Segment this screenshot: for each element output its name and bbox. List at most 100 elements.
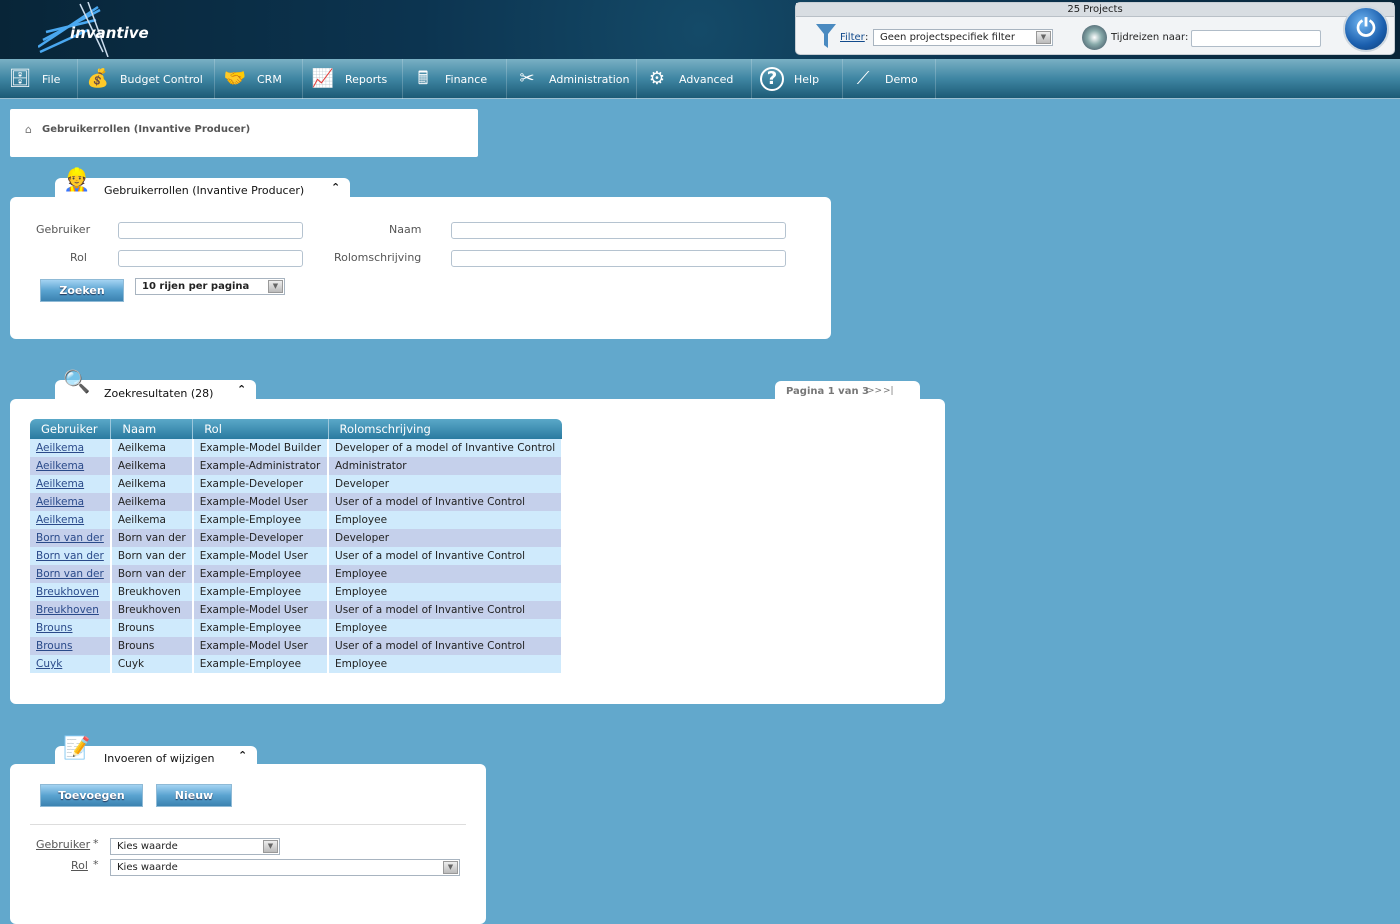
table-cell: Developer [328,475,564,493]
last-page-link[interactable]: >| [883,386,894,396]
nav-crm[interactable]: 🤝 CRM [215,59,303,99]
nav-file[interactable]: 🗄 File [0,59,78,99]
table-cell: Born van der [110,565,194,583]
search-panel-tab: 👷 Gebruikerrollen (Invantive Producer) ⌃ [55,168,350,199]
table-row: Breukhoven Breukhoven Example-Employee Empl… [30,583,564,601]
table-cell: Aeilkema [110,493,194,511]
nav-label: Budget Control [120,72,203,86]
table-row: Aeilkema Aeilkema Example-Model Builder Dev… [30,439,564,457]
gebruiker-link[interactable]: Breukhoven [36,604,99,616]
table-header-row: Gebruiker Naam Rol Rolomschrijving [30,419,563,439]
gebruiker-link[interactable]: Born van der [36,532,104,544]
gebruiker-link[interactable]: Breukhoven [36,586,99,598]
nav-advanced[interactable]: ⚙ Advanced [637,59,752,99]
table-cell: Example-Developer [192,475,330,493]
gebruiker-link[interactable]: Aeilkema [36,460,84,472]
home-icon[interactable]: ⌂ [25,123,32,136]
next-page-link[interactable]: >> [867,386,882,396]
table-cell: Born van der [110,529,194,547]
project-filter-select[interactable]: Geen projectspecifiek filter ▼ [873,29,1053,46]
rolomschrijving-input[interactable] [451,250,786,267]
nav-finance[interactable]: 🖩 Finance [403,59,507,99]
table-cell: Aeilkema [110,511,194,529]
power-icon[interactable]: ⏻ [1343,6,1389,52]
gebruiker-link[interactable]: Aeilkema [36,514,84,526]
rol-field-label[interactable]: Rol [71,859,88,872]
gebruiker-link[interactable]: Aeilkema [36,478,84,490]
column-header[interactable]: Gebruiker [30,419,112,439]
gebruiker-input[interactable] [118,222,303,239]
gebruiker-select-value: Kies waarde [117,841,178,852]
nav-label: CRM [257,72,282,86]
table-row: Born van der Born van der Example-Model Us… [30,547,564,565]
gebruiker-link[interactable]: Aeilkema [36,496,84,508]
table-row: Breukhoven Breukhoven Example-Model User Us… [30,601,564,619]
projects-count[interactable]: 25 Projects [796,3,1394,17]
table-cell: Breukhoven [30,601,112,619]
table-cell: Example-Model Builder [192,439,330,457]
table-cell: Cuyk [30,655,112,673]
nav-label: Help [794,72,820,86]
table-cell: Breukhoven [110,601,194,619]
nav-budget-control[interactable]: 💰 Budget Control [78,59,215,99]
gebruiker-link[interactable]: Cuyk [36,658,62,670]
rows-per-page-select[interactable]: 10 rijen per pagina ▼ [135,278,285,295]
column-header[interactable]: Rol [192,419,329,439]
gebruiker-field-label[interactable]: Gebruiker [36,838,90,851]
header: invantive 25 Projects Filter : Geen proj… [0,0,1400,59]
table-cell: Born van der [110,547,194,565]
table-cell: Born van der [30,547,112,565]
rol-input[interactable] [118,250,303,267]
table-cell: Example-Developer [192,529,330,547]
gebruiker-link[interactable]: Born van der [36,550,104,562]
edit-panel-tab: 📝 Invoeren of wijzigen ⌃ [55,736,257,766]
gebruiker-link[interactable]: Born van der [36,568,104,580]
nav-administration[interactable]: ✂ Administration [507,59,637,99]
table-cell: Administrator [328,457,564,475]
toevoegen-button[interactable]: Toevoegen [40,784,143,807]
gebruiker-link[interactable]: Brouns [36,622,73,634]
nav-label: Advanced [679,72,734,86]
column-header[interactable]: Rolomschrijving [328,419,563,439]
table-row: Aeilkema Aeilkema Example-Model User User o… [30,493,564,511]
collapse-icon[interactable]: ⌃ [237,383,246,396]
table-cell: Employee [328,619,564,637]
nav-reports[interactable]: 📈 Reports [303,59,403,99]
table-row: Cuyk Cuyk Example-Employee Employee [30,655,564,673]
time-travel-input[interactable] [1191,30,1321,47]
document-pen-icon: 📝 [63,736,91,761]
collapse-icon[interactable]: ⌃ [331,181,340,194]
table-row: Born van der Born van der Example-Employee… [30,565,564,583]
column-header[interactable]: Naam [110,419,194,439]
chevron-down-icon: ▼ [263,840,278,853]
project-panel: 25 Projects Filter : Geen projectspecifi… [795,2,1395,55]
table-cell: Example-Employee [192,655,330,673]
table-cell: Developer of a model of Invantive Contro… [328,439,564,457]
table-cell: Aeilkema [110,457,194,475]
table-row: Aeilkema Aeilkema Example-Employee Employee [30,511,564,529]
table-cell: Aeilkema [110,475,194,493]
file-cabinet-icon: 🗄 [8,68,32,89]
zoeken-button[interactable]: Zoeken [40,279,124,302]
nav-label: File [42,72,61,86]
naam-input[interactable] [451,222,786,239]
nav-help[interactable]: ? Help [752,59,843,99]
rol-select[interactable]: Kies waarde ▼ [110,859,460,876]
table-cell: Example-Employee [192,565,330,583]
table-cell: Brouns [30,637,112,655]
nieuw-button[interactable]: Nieuw [156,784,232,807]
table-cell: Breukhoven [110,583,194,601]
chevron-down-icon: ▼ [1036,31,1051,44]
table-cell: Aeilkema [30,457,112,475]
results-panel-tab: 🔍 Zoekresultaten (28) ⌃ [55,370,256,401]
rol-label: Rol [70,251,87,264]
filter-link[interactable]: Filter [840,32,865,43]
search-panel-title: Gebruikerrollen (Invantive Producer) [104,184,305,197]
collapse-icon[interactable]: ⌃ [238,749,247,762]
nav-label: Finance [445,72,488,86]
tools-icon: ✂ [519,68,535,89]
nav-demo[interactable]: ⟋ Demo [843,59,936,99]
gebruiker-link[interactable]: Brouns [36,640,73,652]
gebruiker-select[interactable]: Kies waarde ▼ [110,838,280,855]
gebruiker-link[interactable]: Aeilkema [36,442,84,454]
